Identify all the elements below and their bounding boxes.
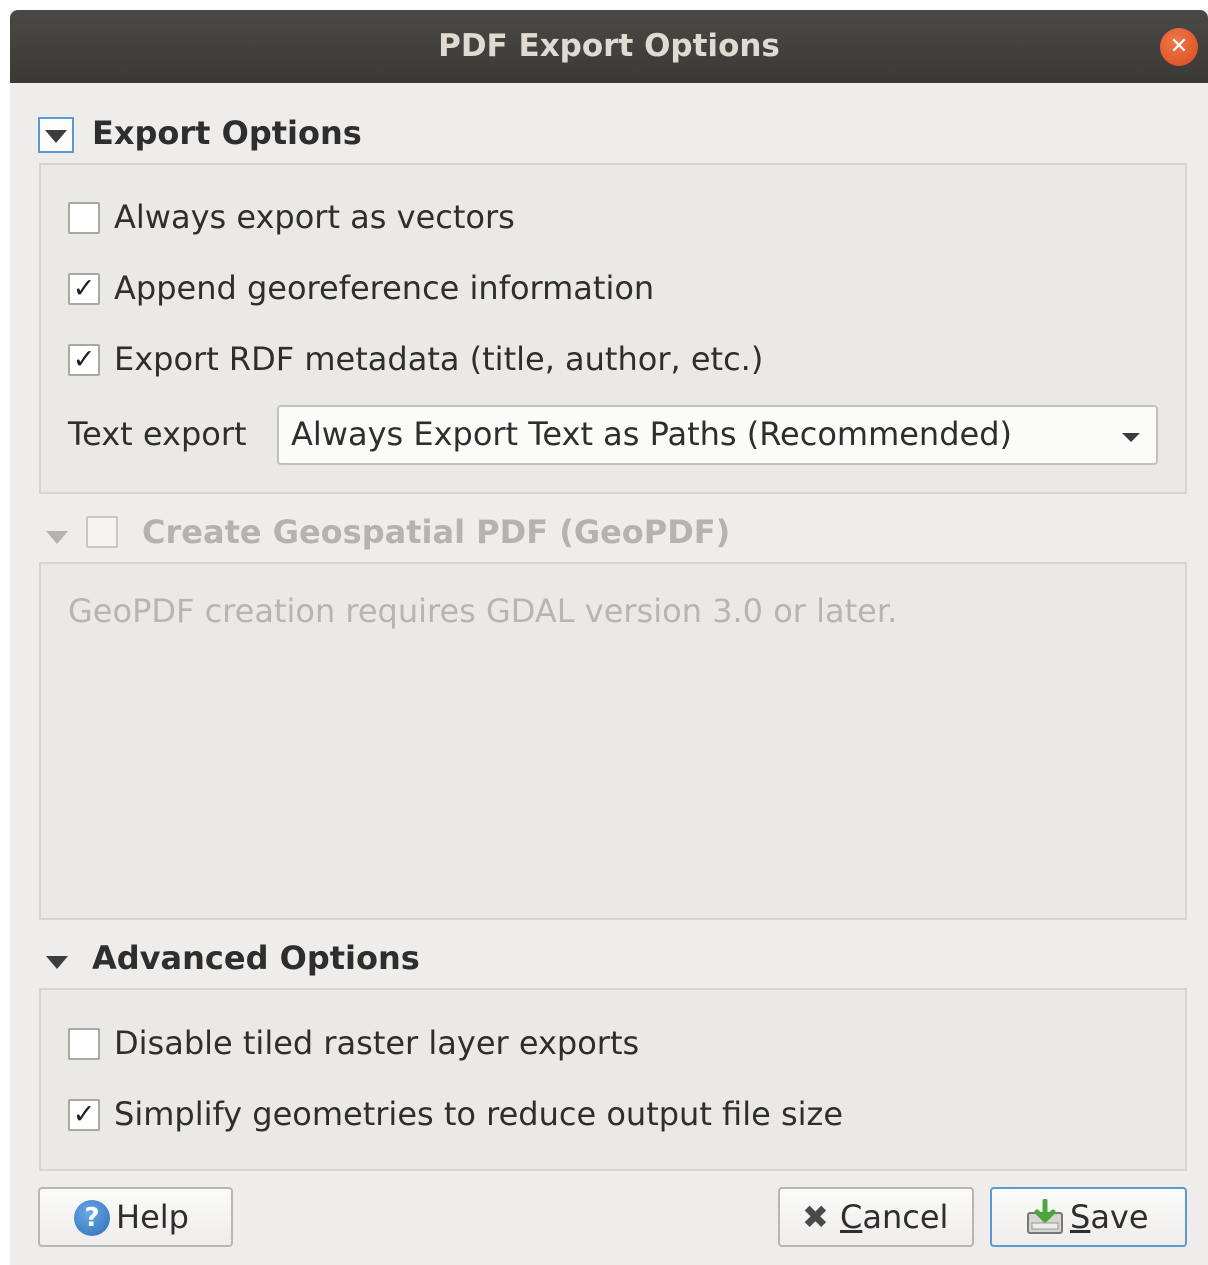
disable-tiled-raster-label[interactable]: Disable tiled raster layer exports — [114, 1024, 639, 1062]
cancel-button-label: Cancel — [840, 1198, 949, 1236]
simplify-geometries-checkbox[interactable]: ✓ — [68, 1099, 100, 1131]
cancel-icon: ✖ — [802, 1198, 829, 1236]
title-bar[interactable]: PDF Export Options ✕ — [10, 10, 1208, 83]
collapse-arrow-icon — [45, 130, 67, 143]
append-georeference-label[interactable]: Append georeference information — [114, 269, 654, 307]
disable-tiled-raster-checkbox[interactable] — [68, 1028, 100, 1060]
geopdf-collapse-arrow-icon — [46, 531, 68, 544]
save-button[interactable]: Save — [990, 1187, 1187, 1247]
append-georeference-checkbox[interactable]: ✓ — [68, 273, 100, 305]
geopdf-requirement-message: GeoPDF creation requires GDAL version 3.… — [68, 592, 898, 630]
export-options-collapse-toggle[interactable] — [38, 117, 74, 153]
always-export-vectors-checkbox[interactable] — [68, 202, 100, 234]
text-export-label: Text export — [68, 415, 247, 453]
save-button-label: Save — [1070, 1198, 1149, 1236]
export-rdf-metadata-checkbox[interactable]: ✓ — [68, 344, 100, 376]
text-export-select[interactable]: Always Export Text as Paths (Recommended… — [277, 405, 1158, 465]
advanced-options-group: Disable tiled raster layer exports ✓ Sim… — [39, 988, 1187, 1171]
simplify-geometries-label[interactable]: Simplify geometries to reduce output fil… — [114, 1095, 843, 1133]
save-icon — [1027, 1199, 1063, 1234]
advanced-options-collapse-arrow-icon[interactable] — [46, 956, 68, 969]
always-export-vectors-label[interactable]: Always export as vectors — [114, 198, 515, 236]
close-icon: ✕ — [1169, 34, 1189, 59]
export-options-title: Export Options — [92, 114, 362, 152]
close-button[interactable]: ✕ — [1160, 28, 1198, 66]
help-icon: ? — [74, 1200, 110, 1236]
cancel-button[interactable]: ✖ Cancel — [778, 1187, 974, 1247]
check-icon: ✓ — [72, 273, 96, 304]
help-button[interactable]: ? Help — [38, 1187, 233, 1247]
pdf-export-options-dialog: PDF Export Options ✕ Export Options Alwa… — [10, 10, 1208, 1265]
advanced-options-title[interactable]: Advanced Options — [92, 939, 420, 977]
geopdf-group: GeoPDF creation requires GDAL version 3.… — [39, 562, 1187, 920]
text-export-selected-value: Always Export Text as Paths (Recommended… — [291, 415, 1012, 453]
export-options-group: Always export as vectors ✓ Append georef… — [39, 163, 1187, 494]
window-title: PDF Export Options — [438, 28, 780, 64]
help-button-label: Help — [116, 1198, 189, 1236]
check-icon: ✓ — [72, 1099, 96, 1130]
create-geopdf-checkbox[interactable] — [86, 516, 118, 548]
export-rdf-metadata-label[interactable]: Export RDF metadata (title, author, etc.… — [114, 340, 763, 378]
geopdf-title: Create Geospatial PDF (GeoPDF) — [142, 513, 731, 551]
check-icon: ✓ — [72, 344, 96, 375]
chevron-down-icon — [1122, 433, 1140, 442]
